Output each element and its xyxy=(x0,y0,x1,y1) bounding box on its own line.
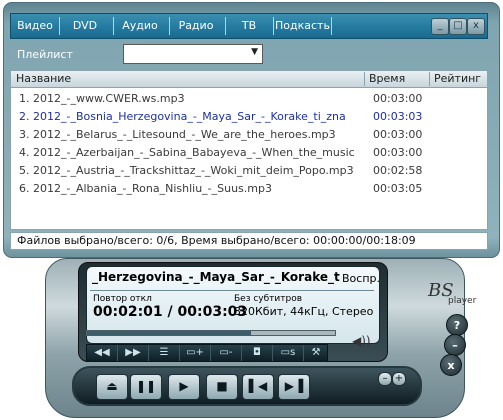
subtitles-window-icon[interactable]: ▭s xyxy=(273,345,304,361)
help-button[interactable]: ? xyxy=(446,314,468,336)
remove-window-icon[interactable]: ▭- xyxy=(211,345,242,361)
rewind-button[interactable]: ◀◀ xyxy=(87,345,118,361)
playback-mode: Воспр. xyxy=(342,272,380,285)
audio-format: 320Кбит, 44кГц, Стерео xyxy=(234,305,374,318)
display-divider xyxy=(90,290,374,291)
column-name-header[interactable]: Название xyxy=(16,71,71,87)
tab-separator xyxy=(273,17,274,35)
playlist-row-active[interactable]: 2. 2012_-_Bosnia_Herzegovina_-_Maya_Sar_… xyxy=(11,108,487,126)
zoom-out-button[interactable]: – xyxy=(378,372,392,386)
stop-button[interactable]: ■ xyxy=(206,374,238,400)
column-separator xyxy=(364,72,365,86)
transport-bar: ⏏ ❚❚ ▶ ■ ▌◀ ▶▐ – + xyxy=(72,366,422,406)
camera-icon[interactable]: ◘ xyxy=(242,345,273,361)
track-title: 6. 2012_-_Albania_-_Rona_Nishliu_-_Suus.… xyxy=(19,182,272,195)
column-time-header[interactable]: Время xyxy=(369,71,405,87)
minimize-player-button[interactable]: – xyxy=(444,334,466,356)
playlist-list: 1. 2012_-_www.CWER.ws.mp3 00:03:00 2. 20… xyxy=(10,88,488,230)
tab-separator xyxy=(113,17,114,35)
minimize-button[interactable]: _ xyxy=(431,18,449,35)
now-playing-title: _Herzegovina_-_Maya_Sar_-_Korake_ti_zn xyxy=(92,270,340,284)
tab-radio[interactable]: Радио xyxy=(171,14,221,38)
track-title: 2. 2012_-_Bosnia_Herzegovina_-_Maya_Sar_… xyxy=(19,110,346,123)
track-title: 1. 2012_-_www.CWER.ws.mp3 xyxy=(19,92,185,105)
track-duration: 00:03:03 xyxy=(373,110,423,123)
track-duration: 00:02:58 xyxy=(373,164,423,177)
column-rating-header[interactable]: Рейтинг xyxy=(434,71,481,87)
tab-audio[interactable]: Аудио xyxy=(115,14,165,38)
track-duration: 00:03:05 xyxy=(373,182,423,195)
dropdown-arrow-icon: ▼ xyxy=(251,47,258,57)
track-title: 4. 2012_-_Azerbaijan_-_Sabina_Babayeva_-… xyxy=(19,146,355,159)
playlist-row[interactable]: 6. 2012_-_Albania_-_Rona_Nishliu_-_Suus.… xyxy=(11,180,487,198)
playlist-row[interactable]: 5. 2012_-_Austria_-_Trackshittaz_-_Woki_… xyxy=(11,162,487,180)
playlist-select[interactable]: ▼ xyxy=(123,44,263,64)
tab-video[interactable]: Видео xyxy=(13,14,57,38)
playlist-header: Название Время Рейтинг xyxy=(10,70,488,88)
playlist-row[interactable]: 1. 2012_-_www.CWER.ws.mp3 00:03:00 xyxy=(11,90,487,108)
playlist-row[interactable]: 4. 2012_-_Azerbaijan_-_Sabina_Babayeva_-… xyxy=(11,144,487,162)
tools-icon[interactable]: ⚒ xyxy=(304,345,328,361)
column-separator xyxy=(429,72,430,86)
eject-button[interactable]: ⏏ xyxy=(96,374,128,400)
time-readout[interactable]: 00:02:01 / 00:03:03 xyxy=(93,304,247,320)
close-player-button[interactable]: x xyxy=(440,354,462,376)
status-bar: Файлов выбрано/всего: 0/6, Время выбрано… xyxy=(10,232,488,250)
subtitles-status[interactable]: Без субтитров xyxy=(234,294,302,304)
track-duration: 00:03:00 xyxy=(373,128,423,141)
volume-icon[interactable]: ◀)) xyxy=(352,334,371,348)
pause-button[interactable]: ❚❚ xyxy=(130,374,162,400)
fast-forward-button[interactable]: ▶▶ xyxy=(118,345,149,361)
tab-separator xyxy=(225,17,226,35)
playlist-row[interactable]: 3. 2012_-_Belarus_-_Litesound_-_We_are_t… xyxy=(11,126,487,144)
control-toolbar: ◀◀ ▶▶ ☰ ▭+ ▭- ◘ ▭s ⚒ xyxy=(86,344,328,362)
next-button[interactable]: ▶▐ xyxy=(278,374,310,400)
tab-podcast[interactable]: Подкасть xyxy=(275,14,330,38)
track-title: 5. 2012_-_Austria_-_Trackshittaz_-_Woki_… xyxy=(19,164,354,177)
track-title: 3. 2012_-_Belarus_-_Litesound_-_We_are_t… xyxy=(19,128,336,141)
playlist-toggle-icon[interactable]: ☰ xyxy=(149,345,180,361)
seek-progress xyxy=(87,331,251,335)
close-button[interactable]: x xyxy=(467,18,485,35)
add-window-icon[interactable]: ▭+ xyxy=(180,345,211,361)
play-button[interactable]: ▶ xyxy=(168,374,200,400)
tab-separator xyxy=(169,17,170,35)
zoom-in-button[interactable]: + xyxy=(392,372,406,386)
media-tab-bar: Видео DVD Аудио Радио ТВ Подкасть _ □ x xyxy=(10,13,488,39)
maximize-button[interactable]: □ xyxy=(449,18,467,35)
playlist-label: Плейлист xyxy=(17,48,73,61)
app-logo-subtitle: player xyxy=(448,296,477,306)
previous-button[interactable]: ▌◀ xyxy=(242,374,274,400)
tab-dvd[interactable]: DVD xyxy=(61,14,109,38)
track-duration: 00:03:00 xyxy=(373,92,423,105)
tab-separator xyxy=(331,17,332,35)
repeat-status[interactable]: Повтор откл xyxy=(93,294,152,304)
track-duration: 00:03:00 xyxy=(373,146,423,159)
tab-tv[interactable]: ТВ xyxy=(227,14,271,38)
tab-separator xyxy=(59,17,60,35)
